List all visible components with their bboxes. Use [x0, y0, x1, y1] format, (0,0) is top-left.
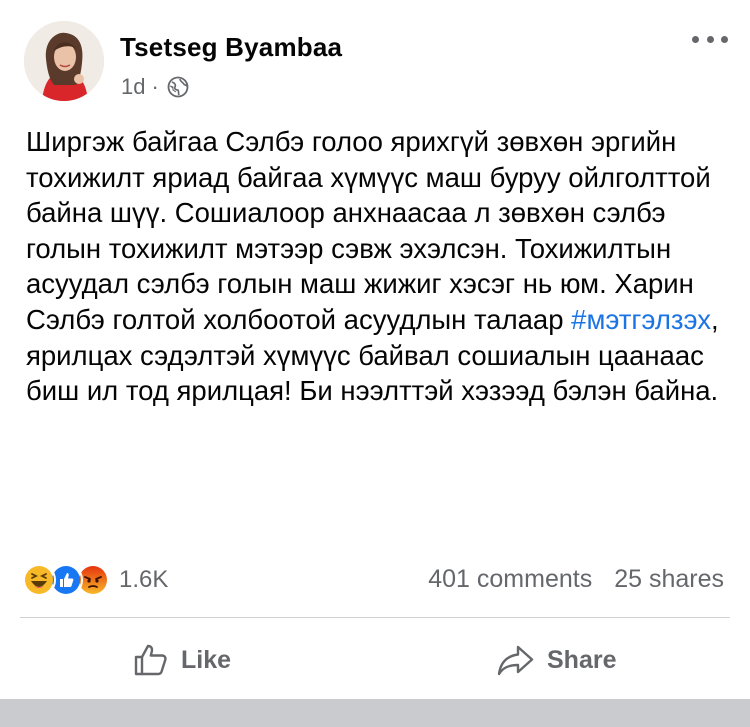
haha-icon	[22, 563, 56, 597]
share-label: Share	[547, 645, 617, 674]
like-button[interactable]: Like	[133, 636, 231, 684]
more-dot	[692, 35, 699, 43]
post-text: Ширгэж байгаа Сэлбэ голоо ярихгүй зөвхөн…	[26, 124, 726, 409]
post-stats: 401 comments 25 shares	[428, 565, 724, 594]
meta-separator: ·	[151, 74, 159, 99]
post-time[interactable]: 1d	[121, 74, 145, 100]
hashtag-link[interactable]: #мэтгэлзэх	[571, 304, 711, 335]
share-button[interactable]: Share	[497, 636, 616, 684]
reactions-summary[interactable]: 1.6K	[22, 560, 168, 600]
more-dot	[721, 35, 728, 43]
more-dot	[706, 35, 714, 43]
feed-separator	[0, 699, 750, 727]
avatar-photo	[24, 21, 104, 101]
shares-count[interactable]: 25 shares	[614, 565, 724, 594]
share-arrow-icon	[497, 645, 534, 676]
more-options-icon[interactable]	[692, 28, 728, 50]
reaction-count: 1.6K	[119, 566, 169, 593]
comments-count[interactable]: 401 comments	[428, 565, 592, 594]
globe-icon[interactable]	[167, 76, 189, 98]
post-meta: 1d ·	[121, 74, 189, 100]
author-name[interactable]: Tsetseg Byambaa	[120, 32, 342, 63]
thumbs-up-icon	[134, 644, 167, 676]
like-label: Like	[181, 645, 232, 674]
actions-divider	[20, 617, 730, 618]
author-avatar[interactable]	[24, 21, 104, 101]
